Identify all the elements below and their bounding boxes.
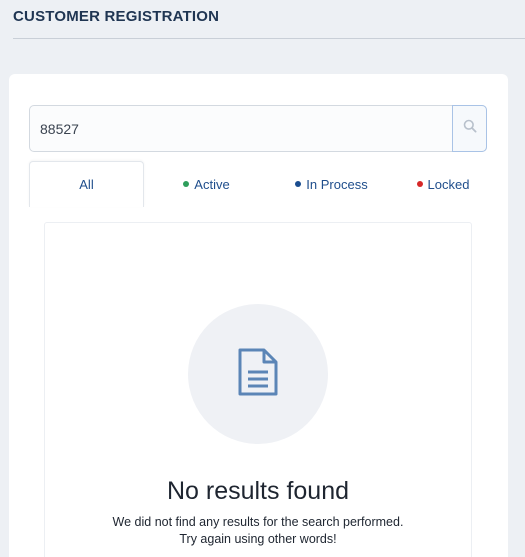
tab-in-process[interactable]: In Process — [279, 161, 384, 207]
search-box — [29, 105, 487, 152]
tab-active[interactable]: Active — [164, 161, 249, 207]
empty-state-title: No results found — [166, 477, 350, 505]
page-header: CUSTOMER REGISTRATION — [13, 0, 525, 39]
empty-state-message: We did not find any results for the sear… — [112, 515, 404, 529]
page-title: CUSTOMER REGISTRATION — [13, 8, 220, 25]
tab-active-label: Active — [194, 176, 230, 192]
empty-state-illustration — [188, 304, 328, 444]
search-input[interactable] — [31, 107, 451, 150]
in-process-status-dot — [295, 181, 302, 187]
document-icon — [236, 347, 280, 402]
content-card: All Active In Process Locked — [9, 74, 508, 557]
tab-all-label: All — [79, 177, 94, 192]
tab-in-process-label: In Process — [306, 176, 368, 192]
tab-locked-label: Locked — [427, 176, 470, 192]
tab-locked[interactable]: Locked — [399, 161, 487, 207]
search-icon — [463, 119, 477, 138]
results-panel: No results found We did not find any res… — [44, 222, 472, 557]
status-tabs: All Active In Process Locked — [29, 161, 489, 207]
empty-state-hint: Try again using other words! — [179, 532, 337, 546]
page: CUSTOMER REGISTRATION All Active — [0, 0, 525, 557]
locked-status-dot — [416, 181, 423, 187]
tab-all[interactable]: All — [29, 161, 144, 207]
active-status-dot — [183, 181, 190, 187]
search-button[interactable] — [452, 105, 487, 152]
